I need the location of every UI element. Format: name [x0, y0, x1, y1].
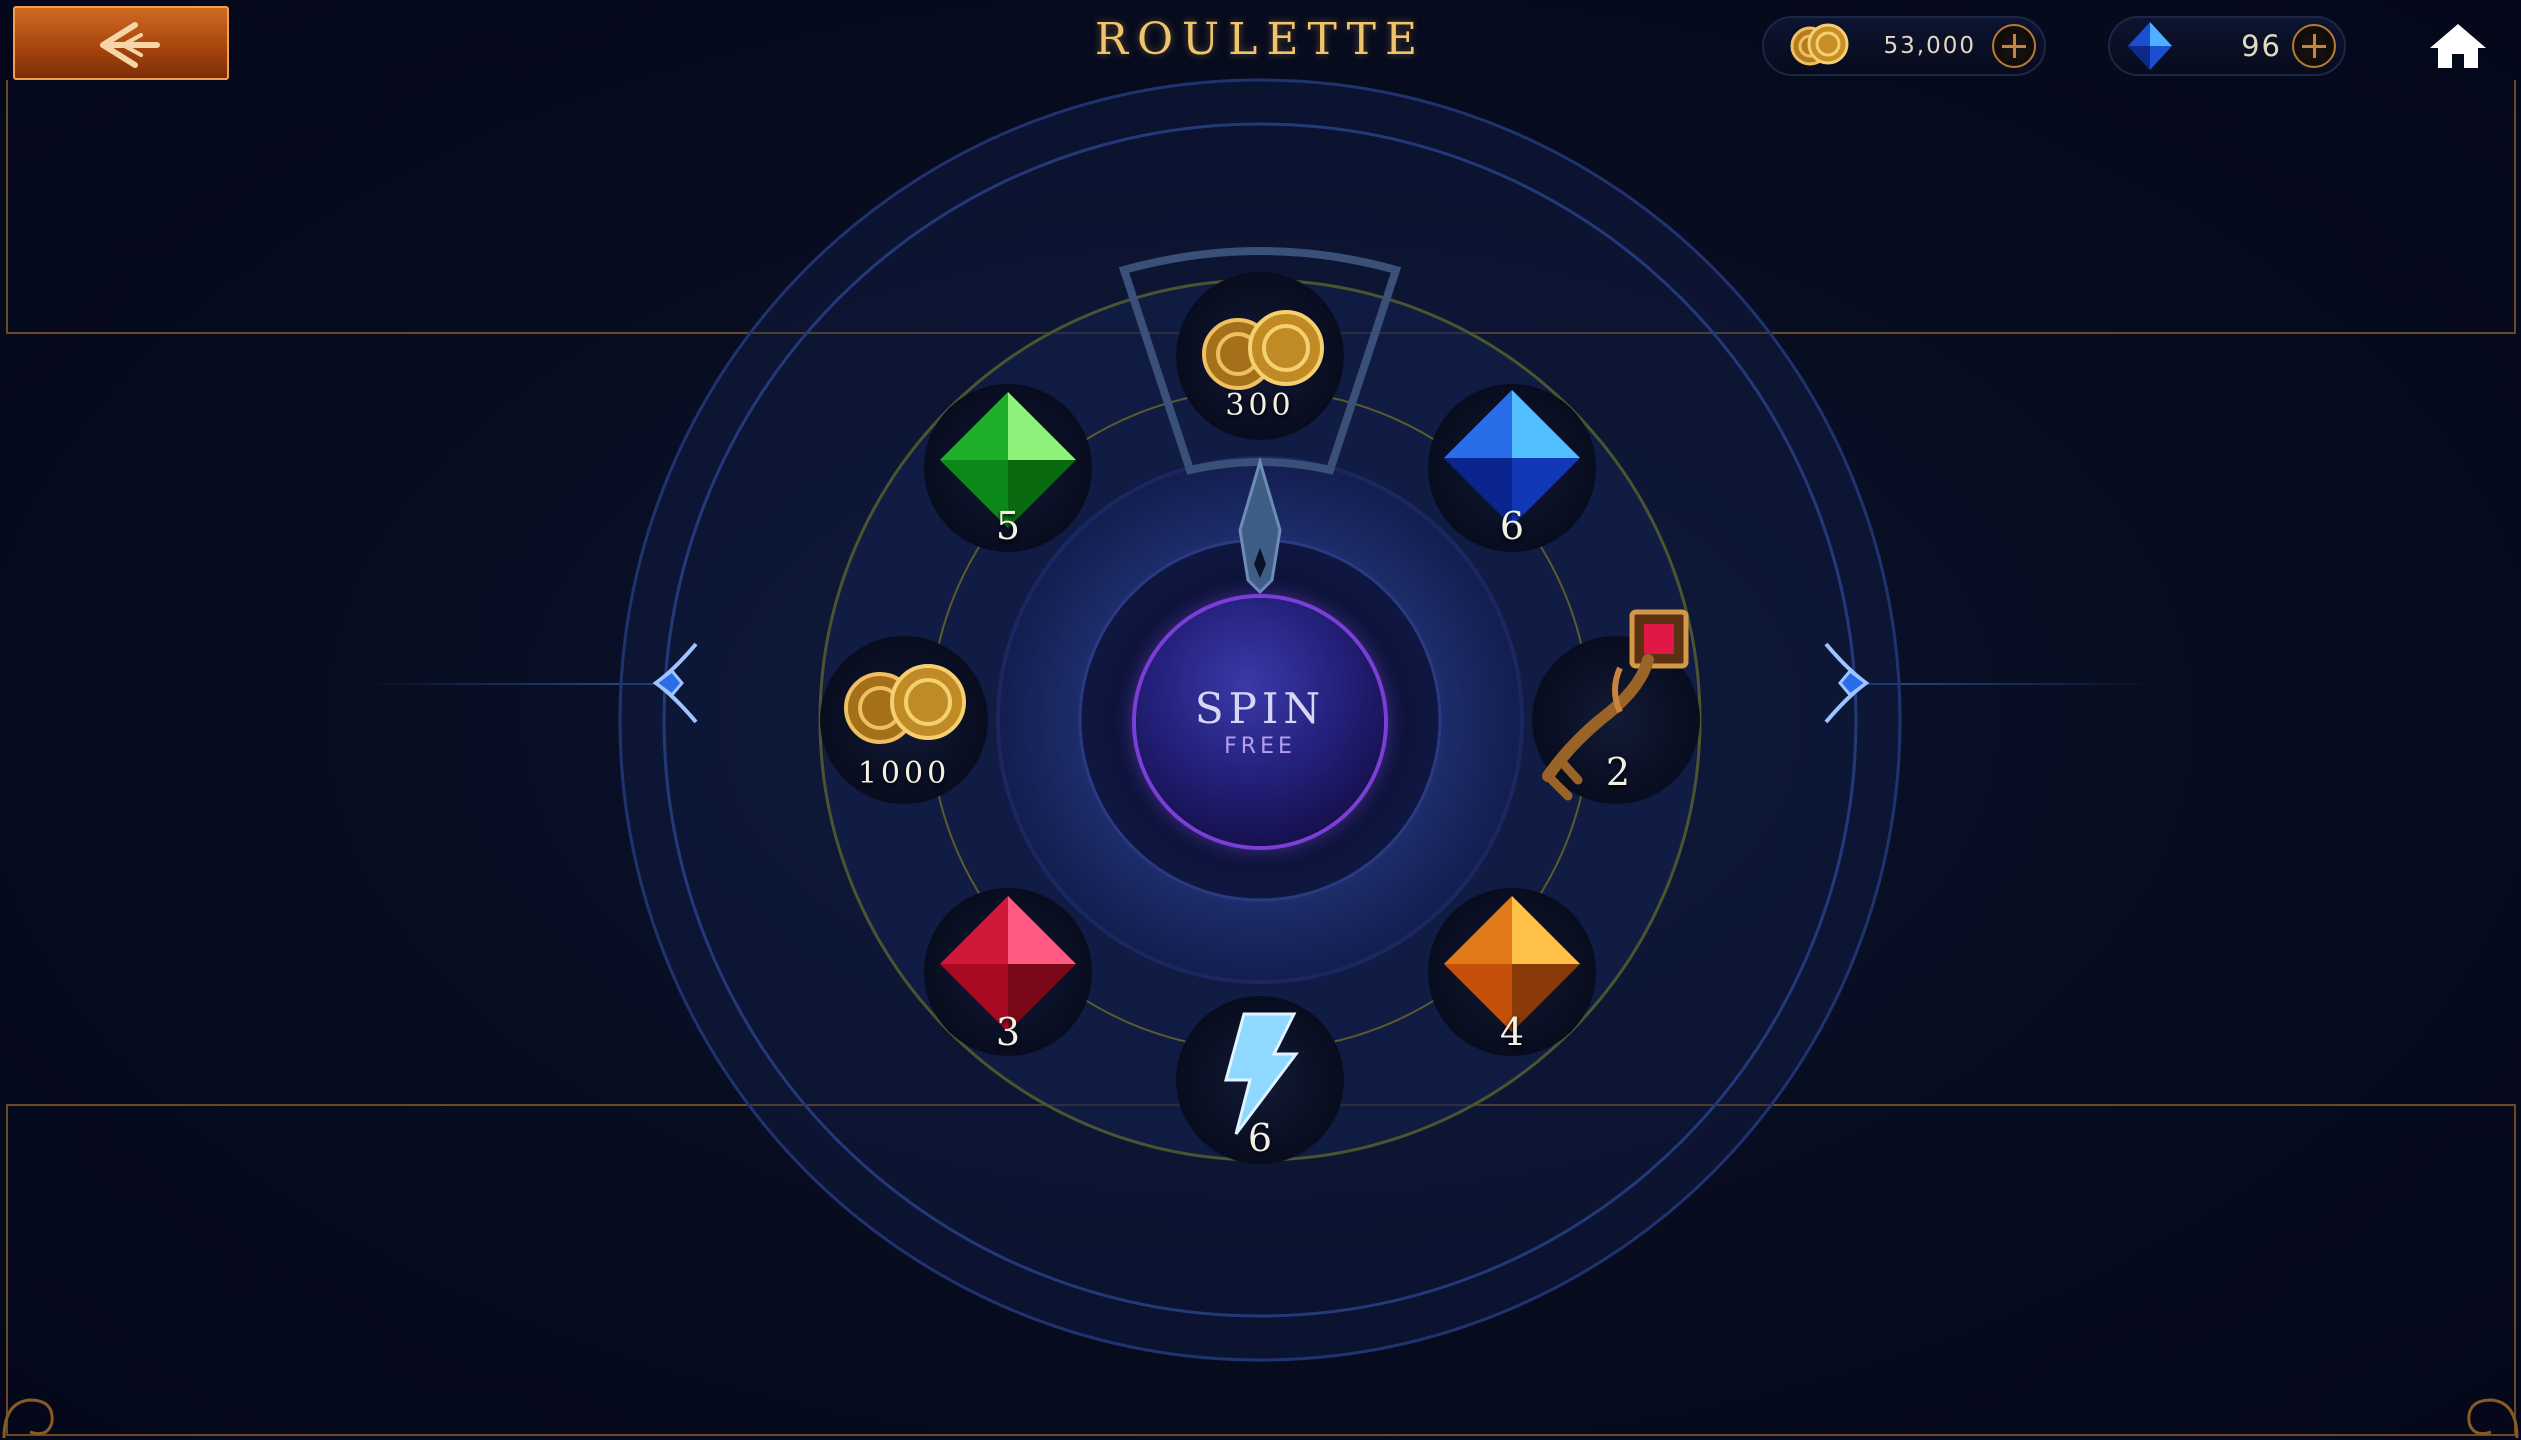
reward-amount: 300	[1225, 388, 1295, 423]
spin-button[interactable]: SPIN FREE	[1136, 598, 1384, 846]
spin-label: SPIN	[1194, 684, 1326, 733]
corner-ornament	[2467, 1398, 2519, 1439]
reward-coins-icon	[1202, 310, 1324, 390]
next-arrow-icon[interactable]	[1818, 640, 1878, 726]
reward-amount: 3	[995, 1010, 1021, 1054]
previous-arrow-icon[interactable]	[644, 640, 704, 726]
reward-amount: 5	[995, 504, 1021, 548]
corner-ornament	[2, 1398, 54, 1439]
reward-amount: 4	[1499, 1010, 1525, 1054]
spin-free-label: FREE	[1224, 734, 1296, 759]
reward-amount: 6	[1247, 1116, 1273, 1160]
reward-coins-icon	[844, 664, 966, 744]
reward-amount: 2	[1605, 750, 1631, 794]
reward-amount: 6	[1499, 504, 1525, 548]
reward-amount: 1000	[857, 756, 951, 791]
